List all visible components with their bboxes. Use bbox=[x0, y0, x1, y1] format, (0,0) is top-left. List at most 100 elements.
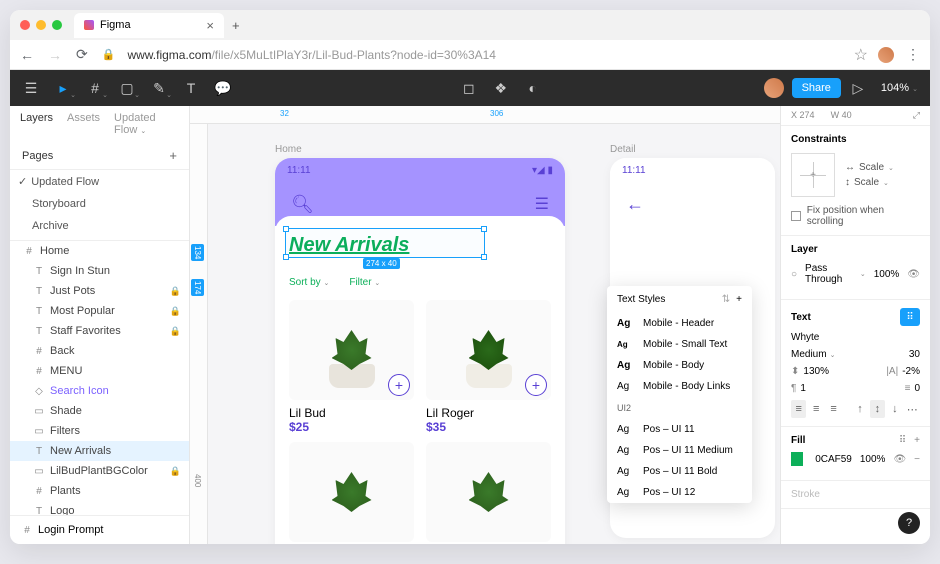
main-menu-icon[interactable]: ☰ bbox=[16, 73, 46, 103]
fill-style-icon[interactable]: ⠿ bbox=[899, 435, 906, 446]
text-style-item[interactable]: AgPos – UI 11 Bold bbox=[607, 461, 752, 482]
mask-icon[interactable]: ◐ bbox=[518, 73, 548, 103]
resize-icon[interactable]: ⤢ bbox=[913, 110, 920, 121]
add-button[interactable]: + bbox=[525, 374, 547, 396]
search-icon[interactable]: 🔍︎ bbox=[291, 194, 314, 215]
layer-item[interactable]: #Back bbox=[10, 341, 189, 361]
layer-item[interactable]: #MENU bbox=[10, 361, 189, 381]
tab-assets[interactable]: Assets bbox=[67, 112, 100, 136]
selection-box[interactable] bbox=[285, 228, 485, 258]
add-fill-icon[interactable]: + bbox=[914, 435, 920, 446]
paragraph-spacing-input[interactable]: ≡0 bbox=[905, 383, 920, 394]
hamburger-icon[interactable]: ☰ bbox=[535, 194, 549, 214]
frame-tool-icon[interactable]: #⌄ bbox=[80, 73, 110, 103]
frame-item[interactable]: #Home bbox=[10, 241, 189, 261]
lock-icon[interactable]: 🔒 bbox=[170, 306, 181, 317]
reload-icon[interactable]: ⟳ bbox=[74, 44, 90, 65]
url-text[interactable]: www.figma.com/file/x5MuLtIPlaY3r/Lil-Bud… bbox=[127, 48, 843, 62]
component-icon[interactable]: ❖ bbox=[486, 73, 516, 103]
text-tool-icon[interactable]: T bbox=[176, 73, 206, 103]
fix-position-checkbox[interactable]: Fix position when scrolling bbox=[791, 205, 920, 227]
layer-item[interactable]: ▭LilBudPlantBGColor🔒 bbox=[10, 461, 189, 481]
text-styles-popup[interactable]: Text Styles ⇅+ AgMobile - HeaderAgMobile… bbox=[607, 286, 752, 503]
present-icon[interactable]: ▷ bbox=[843, 73, 873, 103]
fill-hex-input[interactable]: 0CAF59 bbox=[815, 454, 852, 465]
align-right-icon[interactable]: ≡ bbox=[826, 400, 841, 418]
shape-tool-icon[interactable]: ▢⌄ bbox=[112, 73, 142, 103]
forward-icon[interactable]: → bbox=[46, 45, 64, 65]
pen-tool-icon[interactable]: ✎⌄ bbox=[144, 73, 174, 103]
window-controls[interactable] bbox=[20, 20, 62, 30]
sort-button[interactable]: Sort by ⌄ bbox=[289, 277, 329, 288]
font-family-select[interactable]: Whyte bbox=[791, 332, 920, 343]
move-tool-icon[interactable]: ▸⌄ bbox=[48, 73, 78, 103]
back-icon[interactable]: ← bbox=[18, 45, 36, 65]
line-height-input[interactable]: ⬍130% bbox=[791, 366, 829, 377]
user-avatar[interactable] bbox=[764, 78, 784, 98]
frame-item[interactable]: #Login Prompt bbox=[10, 515, 189, 544]
edit-object-icon[interactable]: ◻ bbox=[454, 73, 484, 103]
layer-item[interactable]: TNew Arrivals bbox=[10, 441, 189, 461]
tab-layers[interactable]: Layers bbox=[20, 112, 53, 136]
filter-button[interactable]: Filter ⌄ bbox=[349, 277, 380, 288]
visibility-icon[interactable]: 👁 bbox=[893, 454, 906, 465]
zoom-level[interactable]: 104% ⌄ bbox=[875, 82, 924, 94]
frame-home[interactable]: 11:11 ▾◢ ▮ 🔍︎ ☰ 274 x 40 New bbox=[275, 158, 565, 544]
browser-tab[interactable]: Figma × bbox=[74, 13, 224, 38]
letter-spacing-input[interactable]: |A|-2% bbox=[886, 366, 920, 377]
lock-icon[interactable]: 🔒 bbox=[170, 466, 181, 477]
frame-label[interactable]: Detail bbox=[610, 144, 636, 155]
text-style-item[interactable]: AgMobile - Small Text bbox=[607, 334, 752, 355]
canvas[interactable]: 32 306 134 174 400 Home Detail 11:11 ▾◢ … bbox=[190, 106, 780, 544]
text-style-item[interactable]: AgPos – UI 11 bbox=[607, 419, 752, 440]
layer-item[interactable]: ◇Search Icon bbox=[10, 381, 189, 401]
close-window[interactable] bbox=[20, 20, 30, 30]
align-top-icon[interactable]: ↑ bbox=[852, 400, 867, 418]
lock-icon[interactable]: 🔒 bbox=[170, 326, 181, 337]
constraint-v-select[interactable]: ↕ Scale ⌄ bbox=[845, 177, 920, 188]
add-style-icon[interactable]: + bbox=[736, 294, 742, 305]
minimize-window[interactable] bbox=[36, 20, 46, 30]
align-middle-icon[interactable]: ↕ bbox=[870, 400, 885, 418]
back-arrow-icon[interactable]: ← bbox=[626, 194, 644, 215]
new-tab-button[interactable]: + bbox=[232, 18, 240, 33]
font-weight-select[interactable]: Medium⌄ bbox=[791, 349, 835, 360]
opacity-input[interactable]: 100% bbox=[874, 269, 900, 280]
help-button[interactable]: ? bbox=[898, 512, 920, 534]
visibility-icon[interactable]: 👁 bbox=[907, 269, 920, 280]
layer-item[interactable]: TMost Popular🔒 bbox=[10, 301, 189, 321]
frame-label[interactable]: Home bbox=[275, 144, 302, 155]
constraint-h-select[interactable]: ↔ Scale ⌄ bbox=[845, 162, 920, 173]
share-button[interactable]: Share bbox=[792, 78, 841, 98]
maximize-window[interactable] bbox=[52, 20, 62, 30]
layer-item[interactable]: TLogo bbox=[10, 501, 189, 515]
constraint-widget[interactable]: + bbox=[791, 153, 835, 197]
product-card[interactable]: + Lil Roger $35 bbox=[426, 300, 551, 434]
align-bottom-icon[interactable]: ↓ bbox=[887, 400, 902, 418]
text-styles-button[interactable]: ⠿ bbox=[900, 308, 920, 326]
text-style-item[interactable]: AgMobile - Body Links bbox=[607, 376, 752, 397]
tab-page-select[interactable]: Updated Flow ⌄ bbox=[114, 112, 179, 136]
add-button[interactable]: + bbox=[388, 374, 410, 396]
page-item[interactable]: Storyboard bbox=[10, 193, 189, 215]
font-size-input[interactable]: 30 bbox=[909, 349, 920, 360]
align-left-icon[interactable]: ≡ bbox=[791, 400, 806, 418]
align-center-icon[interactable]: ≡ bbox=[808, 400, 823, 418]
chrome-menu-icon[interactable]: ⋮ bbox=[904, 44, 922, 65]
text-style-item[interactable]: AgPos – UI 11 Medium bbox=[607, 440, 752, 461]
page-item[interactable]: ✓Updated Flow bbox=[10, 170, 189, 193]
layer-item[interactable]: TSign In Stun bbox=[10, 261, 189, 281]
layer-item[interactable]: TStaff Favorites🔒 bbox=[10, 321, 189, 341]
text-style-item[interactable]: AgMobile - Header bbox=[607, 313, 752, 334]
layer-item[interactable]: ▭Shade bbox=[10, 401, 189, 421]
close-tab-icon[interactable]: × bbox=[206, 18, 214, 33]
comment-tool-icon[interactable]: 💬 bbox=[208, 73, 238, 103]
blend-mode-select[interactable]: Pass Through⌄ bbox=[805, 263, 866, 285]
remove-fill-icon[interactable]: − bbox=[914, 454, 920, 465]
fill-opacity-input[interactable]: 100% bbox=[860, 454, 886, 465]
text-style-item[interactable]: AgMobile - Body bbox=[607, 355, 752, 376]
layer-item[interactable]: #Plants bbox=[10, 481, 189, 501]
layer-item[interactable]: ▭Filters bbox=[10, 421, 189, 441]
profile-avatar[interactable] bbox=[878, 47, 894, 63]
sort-icon[interactable]: ⇅ bbox=[722, 294, 730, 305]
